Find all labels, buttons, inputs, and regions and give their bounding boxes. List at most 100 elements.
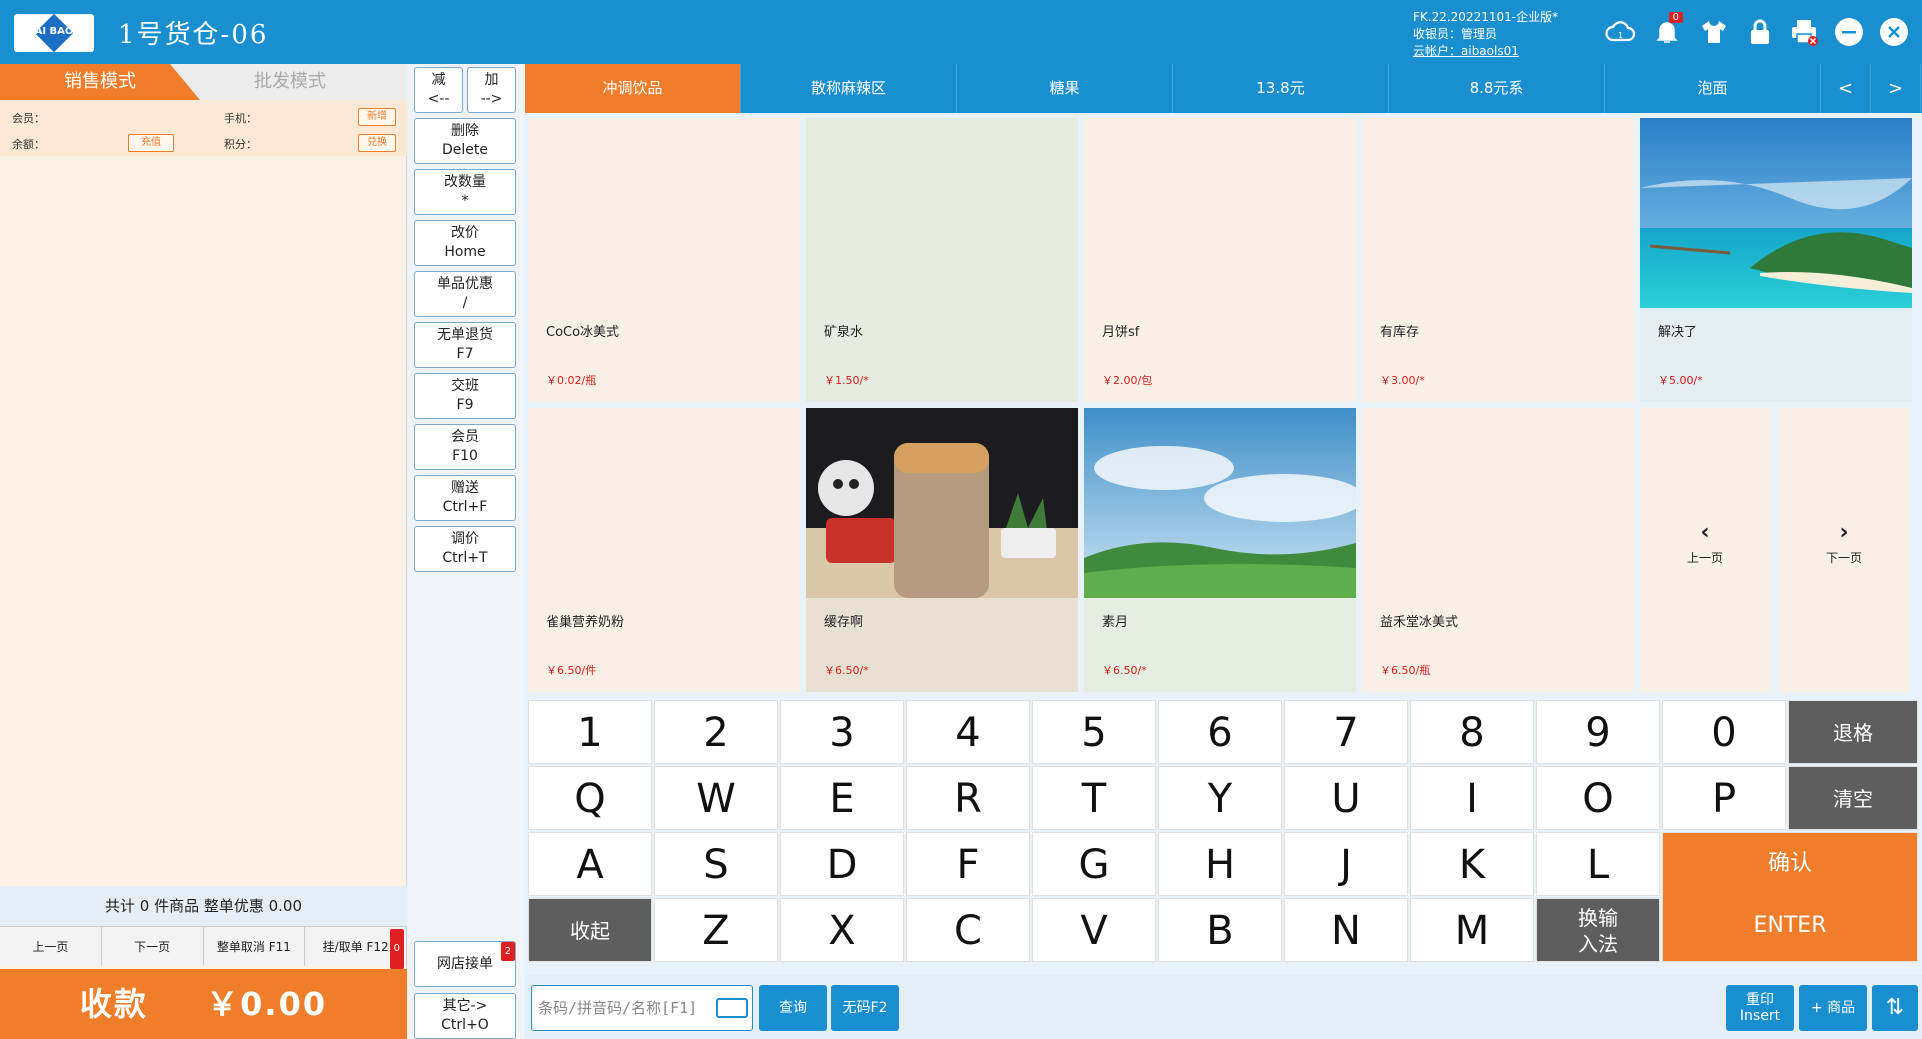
collapse-keyboard-key[interactable]: 收起 <box>528 898 652 962</box>
product-card[interactable]: 有库存 ￥3.00/* <box>1362 118 1634 402</box>
key-i[interactable]: I <box>1410 766 1534 830</box>
category-prev-button[interactable]: < <box>1821 64 1871 113</box>
function-button[interactable]: 会员 F10 <box>414 424 516 470</box>
key-g[interactable]: G <box>1032 832 1156 896</box>
key-d[interactable]: D <box>780 832 904 896</box>
keyboard-icon[interactable] <box>716 998 748 1018</box>
category-tab[interactable]: 冲调饮品 <box>525 64 741 113</box>
key-3[interactable]: 3 <box>780 700 904 764</box>
cloud-sync-icon[interactable]: 1 <box>1602 14 1638 50</box>
category-tab[interactable]: 8.8元系 <box>1389 64 1605 113</box>
key-n[interactable]: N <box>1284 898 1408 962</box>
key-l[interactable]: L <box>1536 832 1660 896</box>
category-next-button[interactable]: > <box>1871 64 1921 113</box>
lock-icon[interactable] <box>1742 14 1778 50</box>
function-button[interactable]: 无单退货 F7 <box>414 322 516 368</box>
add-member-button[interactable]: 新增 <box>358 108 396 126</box>
clear-key[interactable]: 清空 <box>1788 766 1918 830</box>
key-e[interactable]: E <box>780 766 904 830</box>
key-r[interactable]: R <box>906 766 1030 830</box>
key-k[interactable]: K <box>1410 832 1534 896</box>
product-card[interactable]: 雀巢营养奶粉 ￥6.50/件 <box>528 408 800 692</box>
category-tab[interactable]: 泡面 <box>1605 64 1821 113</box>
key-0[interactable]: 0 <box>1662 700 1786 764</box>
key-h[interactable]: H <box>1158 832 1282 896</box>
confirm-enter-key[interactable]: 确认 ENTER <box>1662 832 1918 962</box>
key-u[interactable]: U <box>1284 766 1408 830</box>
key-p[interactable]: P <box>1662 766 1786 830</box>
online-orders-button[interactable]: 网店接单 2 <box>414 941 516 987</box>
hold-order-button[interactable]: 挂/取单 F12 0 <box>305 927 407 969</box>
recharge-button[interactable]: 充值 <box>128 134 174 152</box>
key-m[interactable]: M <box>1410 898 1534 962</box>
function-key: F7 <box>456 346 474 362</box>
key-o[interactable]: O <box>1536 766 1660 830</box>
bell-icon[interactable]: 0 <box>1649 12 1685 50</box>
decrease-qty-button[interactable]: 减 <-- <box>414 67 463 113</box>
grid-prev-page-button[interactable]: ‹ 上一页 <box>1640 408 1770 692</box>
tab-wholesale-mode[interactable]: 批发模式 <box>200 64 380 100</box>
cart-prev-page-button[interactable]: 上一页 <box>0 927 102 966</box>
product-card[interactable]: 益禾堂冰美式 ￥6.50/瓶 <box>1362 408 1634 692</box>
key-f[interactable]: F <box>906 832 1030 896</box>
category-tab[interactable]: 13.8元 <box>1173 64 1389 113</box>
increase-qty-button[interactable]: 加 --> <box>467 67 516 113</box>
other-functions-button[interactable]: 其它-> Ctrl+O <box>414 993 516 1039</box>
key-2[interactable]: 2 <box>654 700 778 764</box>
key-1[interactable]: 1 <box>528 700 652 764</box>
key-w[interactable]: W <box>654 766 778 830</box>
close-icon[interactable] <box>1876 14 1912 50</box>
key-s[interactable]: S <box>654 832 778 896</box>
tab-sales-mode[interactable]: 销售模式 <box>0 64 200 100</box>
pay-button[interactable]: 收款 ￥0.00 <box>0 969 407 1039</box>
product-card[interactable]: 素月 ￥6.50/* <box>1084 408 1356 692</box>
version-text: FK.22.20221101-企业版* <box>1413 10 1559 24</box>
cancel-order-button[interactable]: 整单取消 F11 <box>203 927 306 966</box>
function-button[interactable]: 改数量 * <box>414 169 516 215</box>
cart-next-page-button[interactable]: 下一页 <box>101 927 204 966</box>
search-input[interactable]: 条码/拼音码/名称[F1] <box>531 985 753 1031</box>
function-button[interactable]: 单品优惠 / <box>414 271 516 317</box>
key-x[interactable]: X <box>780 898 904 962</box>
cloud-account-link[interactable]: 云帐户：aibaols01 <box>1413 43 1558 60</box>
key-b[interactable]: B <box>1158 898 1282 962</box>
key-5[interactable]: 5 <box>1032 700 1156 764</box>
redeem-button[interactable]: 兑换 <box>358 134 396 152</box>
backspace-key[interactable]: 退格 <box>1788 700 1918 764</box>
key-9[interactable]: 9 <box>1536 700 1660 764</box>
add-product-button[interactable]: + 商品 <box>1799 985 1867 1031</box>
key-y[interactable]: Y <box>1158 766 1282 830</box>
key-a[interactable]: A <box>528 832 652 896</box>
switch-ime-key[interactable]: 换输 入法 <box>1536 898 1660 962</box>
function-button[interactable]: 赠送 Ctrl+F <box>414 475 516 521</box>
sort-icon[interactable]: ⇅ <box>1872 985 1918 1031</box>
query-button[interactable]: 查询 <box>759 985 827 1031</box>
shirt-icon[interactable] <box>1696 14 1732 50</box>
key-t[interactable]: T <box>1032 766 1156 830</box>
product-card[interactable]: 矿泉水 ￥1.50/* <box>806 118 1078 402</box>
reprint-button[interactable]: 重印 Insert <box>1726 985 1794 1031</box>
minimize-icon[interactable] <box>1831 14 1867 50</box>
key-8[interactable]: 8 <box>1410 700 1534 764</box>
grid-next-page-button[interactable]: › 下一页 <box>1779 408 1909 692</box>
function-button[interactable]: 调价 Ctrl+T <box>414 526 516 572</box>
product-card[interactable]: 缓存啊 ￥6.50/* <box>806 408 1078 692</box>
key-j[interactable]: J <box>1284 832 1408 896</box>
key-z[interactable]: Z <box>654 898 778 962</box>
key-q[interactable]: Q <box>528 766 652 830</box>
key-4[interactable]: 4 <box>906 700 1030 764</box>
key-7[interactable]: 7 <box>1284 700 1408 764</box>
product-card[interactable]: 月饼sf ￥2.00/包 <box>1084 118 1356 402</box>
no-barcode-button[interactable]: 无码F2 <box>831 985 899 1031</box>
product-card[interactable]: 解决了 ￥5.00/* <box>1640 118 1912 402</box>
key-6[interactable]: 6 <box>1158 700 1282 764</box>
product-card[interactable]: CoCo冰美式 ￥0.02/瓶 <box>528 118 800 402</box>
category-tab[interactable]: 散称麻辣区 <box>741 64 957 113</box>
category-tab[interactable]: 糖果 <box>957 64 1173 113</box>
function-button[interactable]: 交班 F9 <box>414 373 516 419</box>
key-v[interactable]: V <box>1032 898 1156 962</box>
key-c[interactable]: C <box>906 898 1030 962</box>
function-button[interactable]: 删除 Delete <box>414 118 516 164</box>
function-button[interactable]: 改价 Home <box>414 220 516 266</box>
printer-icon[interactable] <box>1786 14 1822 50</box>
